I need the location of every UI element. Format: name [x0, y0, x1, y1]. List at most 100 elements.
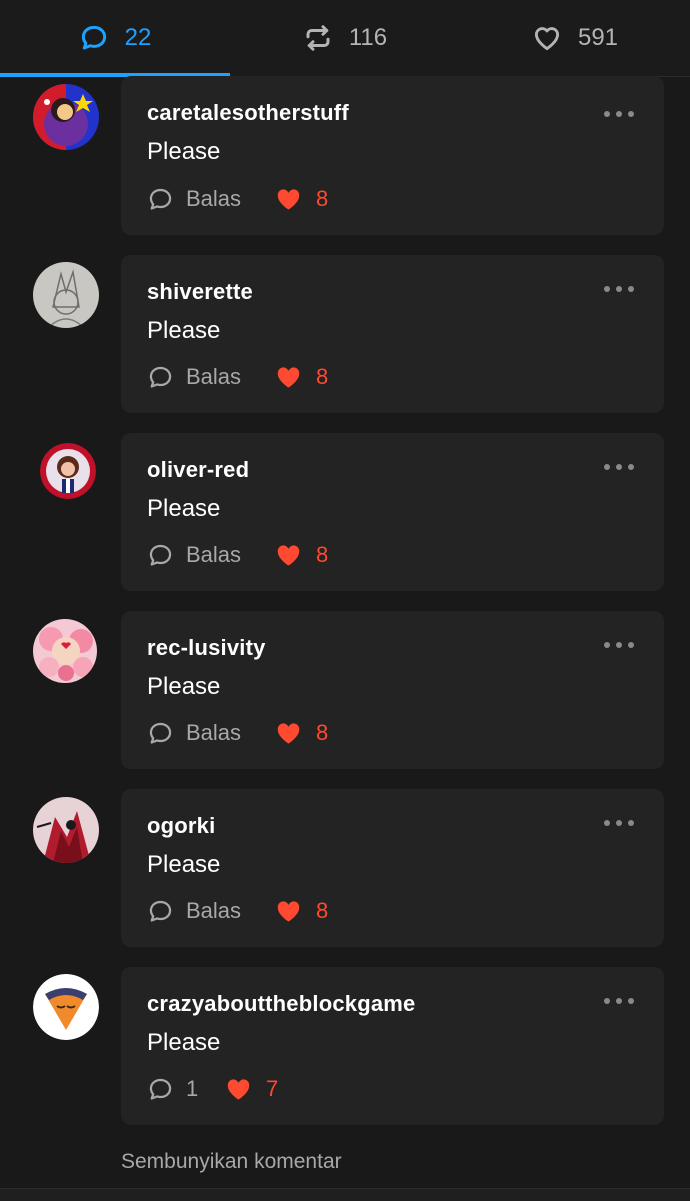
like-button[interactable]: 7	[225, 1074, 278, 1104]
heart-outline-icon	[534, 27, 560, 51]
like-count: 7	[266, 1076, 279, 1101]
like-count: 8	[316, 720, 329, 745]
more-options-button[interactable]	[604, 459, 634, 475]
dot-icon	[628, 642, 634, 648]
like-count: 8	[316, 186, 329, 211]
replies-button[interactable]: 1	[147, 1074, 198, 1104]
comment-text: Please	[147, 851, 221, 878]
comment-card: shiverette Please Balas 8	[121, 255, 664, 413]
dot-icon	[616, 820, 622, 826]
reply-label: Balas	[186, 720, 242, 745]
more-options-button[interactable]	[604, 637, 634, 653]
reply-count: 1	[186, 1076, 199, 1101]
avatar-image	[33, 797, 99, 863]
reactions-tab-bar: 22 116 591	[0, 0, 690, 77]
dot-icon	[628, 286, 634, 292]
avatar[interactable]	[33, 974, 99, 1040]
reply-bubble-icon	[149, 722, 172, 744]
avatar-image	[33, 262, 99, 328]
dot-icon	[616, 998, 622, 1004]
heart-filled-icon	[277, 544, 300, 566]
comment-text: Please	[147, 317, 221, 344]
like-button[interactable]: 8	[275, 362, 328, 392]
reply-button[interactable]: Balas	[147, 718, 241, 748]
heart-filled-icon	[277, 188, 300, 210]
comment-username[interactable]: shiverette	[147, 279, 253, 305]
like-count: 8	[316, 364, 329, 389]
reply-label: Balas	[186, 542, 242, 567]
reply-bubble-icon	[149, 188, 172, 210]
like-count: 8	[316, 898, 329, 923]
like-button[interactable]: 8	[275, 540, 328, 570]
dot-icon	[616, 111, 622, 117]
comment-card: ogorki Please Balas 8	[121, 789, 664, 947]
like-button[interactable]: 8	[275, 896, 328, 926]
avatar-image	[40, 443, 96, 499]
dot-icon	[604, 111, 610, 117]
tab-likes[interactable]: 591	[460, 0, 690, 76]
like-count: 8	[316, 542, 329, 567]
more-options-button[interactable]	[604, 993, 634, 1009]
dot-icon	[604, 286, 610, 292]
reply-button[interactable]: Balas	[147, 184, 241, 214]
comment-username[interactable]: caretalesotherstuff	[147, 100, 349, 126]
avatar[interactable]	[33, 262, 99, 328]
bottom-divider	[0, 1188, 690, 1201]
comment-card: rec-lusivity Please Balas 8	[121, 611, 664, 769]
reply-bubble-icon	[149, 366, 172, 388]
dot-icon	[616, 464, 622, 470]
dot-icon	[604, 642, 610, 648]
reply-button[interactable]: Balas	[147, 540, 241, 570]
dot-icon	[628, 111, 634, 117]
heart-filled-icon	[277, 900, 300, 922]
hide-comments-link[interactable]: Sembunyikan komentar	[121, 1150, 342, 1174]
heart-filled-icon	[277, 366, 300, 388]
reply-bubble-icon	[149, 1078, 172, 1100]
avatar-image	[33, 619, 97, 683]
comment-text: Please	[147, 673, 221, 700]
dot-icon	[628, 998, 634, 1004]
avatar[interactable]	[33, 797, 99, 863]
avatar-image	[33, 974, 99, 1040]
comment-card: caretalesotherstuff Please Balas 8	[121, 76, 664, 235]
avatar[interactable]	[33, 84, 99, 150]
tab-reblogs[interactable]: 116	[230, 0, 460, 76]
comment-username[interactable]: crazyabouttheblockgame	[147, 991, 415, 1017]
dot-icon	[616, 642, 622, 648]
tab-comments[interactable]: 22	[0, 0, 230, 76]
reply-bubble-icon	[149, 900, 172, 922]
more-options-button[interactable]	[604, 281, 634, 297]
dot-icon	[628, 464, 634, 470]
avatar[interactable]	[33, 619, 97, 683]
reply-button[interactable]: Balas	[147, 896, 241, 926]
dot-icon	[616, 286, 622, 292]
heart-filled-icon	[277, 722, 300, 744]
tab-likes-count: 591	[577, 24, 619, 51]
comment-username[interactable]: ogorki	[147, 813, 215, 839]
reply-label: Balas	[186, 364, 242, 389]
reply-bubble-icon	[149, 544, 172, 566]
comment-text: Please	[147, 138, 221, 165]
comment-card: crazyabouttheblockgame Please 1 7	[121, 967, 664, 1125]
like-button[interactable]: 8	[275, 718, 328, 748]
dot-icon	[604, 820, 610, 826]
reply-label: Balas	[186, 898, 242, 923]
more-options-button[interactable]	[604, 815, 634, 831]
comment-username[interactable]: oliver-red	[147, 457, 249, 483]
avatar-image	[33, 84, 99, 150]
reply-button[interactable]: Balas	[147, 362, 241, 392]
more-options-button[interactable]	[604, 106, 634, 122]
dot-icon	[604, 464, 610, 470]
comment-card: oliver-red Please Balas 8	[121, 433, 664, 591]
comment-text: Please	[147, 495, 221, 522]
tab-reblogs-count: 116	[348, 24, 388, 51]
comment-icon	[81, 25, 106, 50]
comment-username[interactable]: rec-lusivity	[147, 635, 266, 661]
dot-icon	[604, 998, 610, 1004]
avatar[interactable]	[40, 443, 96, 499]
heart-filled-icon	[227, 1078, 250, 1100]
like-button[interactable]: 8	[275, 184, 328, 214]
tab-comments-count: 22	[124, 24, 152, 51]
reply-label: Balas	[186, 186, 242, 211]
reblog-icon	[306, 25, 330, 51]
